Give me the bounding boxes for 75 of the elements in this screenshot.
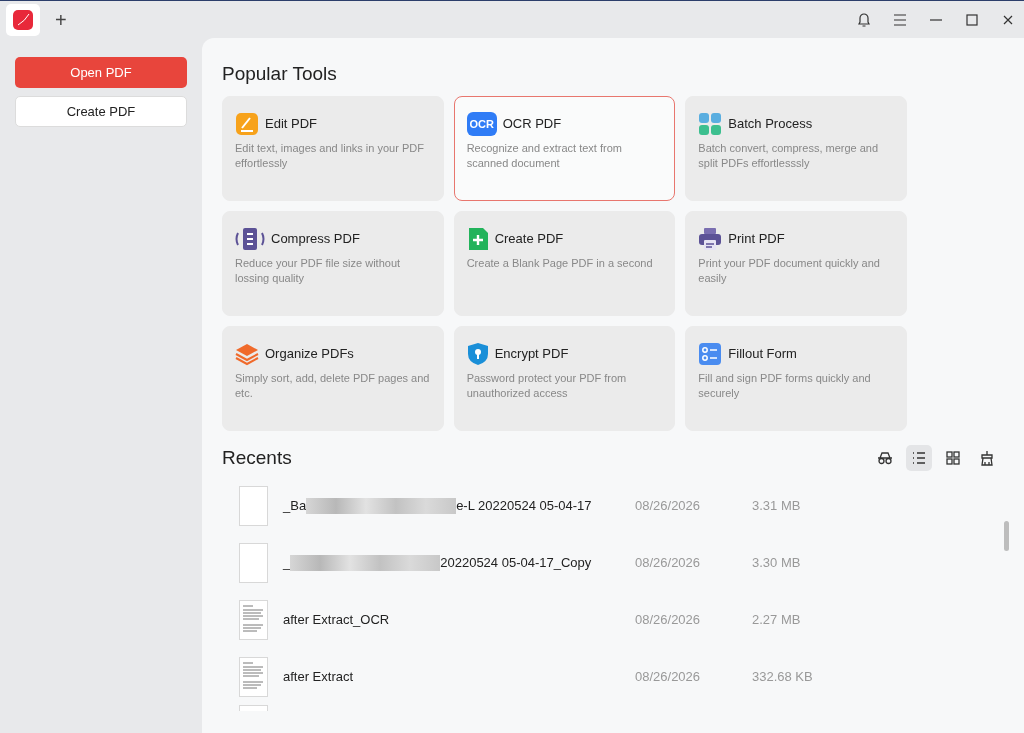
tool-card[interactable]: OCR OCR PDF Recognize and extract text from scanned document [453, 96, 676, 201]
tool-card[interactable]: Edit PDF Edit text, images and links in your PDF effortlessly [222, 96, 444, 201]
view-button[interactable] [906, 445, 932, 471]
file-row[interactable]: after Extract 08/26/2026 332.68 KB [222, 648, 1008, 705]
file-size: 332.68 KB [752, 667, 813, 686]
broom-icon [979, 450, 995, 466]
glasses-icon [877, 450, 893, 466]
file-name: 20220524 05-04-17_Copy [440, 553, 592, 572]
file-date: 08/26/2026 [635, 553, 702, 572]
compress-icon [235, 227, 265, 251]
tool-name: Create PDF [494, 230, 564, 249]
file-row[interactable]: _ 20220524 05-04-17_Copy 08/26/2026 3.30 MB [222, 534, 1008, 591]
file-name: e-L 20220524 05-04-17 [456, 496, 592, 515]
file-size: 2.27 MB [752, 610, 801, 629]
tool-description: Print your PDF document quickly and easily [698, 256, 881, 286]
tool-name: Edit PDF [265, 115, 317, 134]
ocr-icon: OCR [466, 112, 497, 136]
tool-name: Batch Process [728, 115, 813, 134]
list-icon [911, 450, 927, 466]
app-logo[interactable] [6, 3, 40, 36]
file-thumbnail [239, 485, 268, 526]
create-pdf-button[interactable]: Create PDF [15, 96, 187, 127]
form-icon [698, 342, 723, 366]
section-title: Recents [222, 446, 292, 470]
pdf-logo-icon [13, 9, 33, 30]
tool-description: Reduce your PDF file size without lossing quality [235, 256, 402, 286]
file-thumbnail [239, 656, 268, 697]
tool-card[interactable]: Organize PDFs Simply sort, add, delete PDF pages and etc. [222, 326, 444, 431]
tool-name: Print PDF [728, 230, 785, 249]
file-date: 08/26/2026 [635, 667, 702, 686]
tool-card[interactable]: Print PDF Print your PDF document quickly and easily [685, 211, 907, 316]
file-name: after Extract [283, 667, 354, 686]
tool-card[interactable]: Encrypt PDF Password protect your PDF from unauthorized access [453, 326, 676, 431]
file-date: 08/26/2026 [635, 610, 702, 629]
file-name: after Extract_OCR [283, 610, 390, 629]
tool-name: Compress PDF [271, 230, 360, 249]
tool-name: Fillout Form [728, 345, 797, 364]
tool-name: Organize PDFs [265, 345, 354, 364]
printer-icon [698, 227, 723, 251]
grid-icon [698, 112, 723, 136]
menu-icon[interactable] [892, 11, 908, 28]
tool-name: OCR PDF [502, 115, 562, 134]
tool-description: Recognize and extract text from scanned document [466, 141, 623, 171]
tool-card[interactable]: Batch Process Batch convert, compress, merge and split PDFs effortlesssly [685, 96, 907, 201]
tool-card[interactable]: Compress PDF Reduce your PDF file size without lossing quality [222, 211, 444, 316]
file-size: 3.31 MB [752, 496, 801, 515]
add-document-icon [466, 227, 489, 251]
tool-name: Encrypt PDF [494, 345, 569, 364]
layers-icon [235, 342, 259, 366]
new-tab-button[interactable]: + [55, 4, 67, 35]
maximize-icon[interactable] [964, 11, 980, 28]
tool-description: Create a Blank Page PDF in a second [466, 256, 654, 271]
file-thumbnail [239, 599, 268, 640]
pencil-icon [235, 112, 259, 136]
tool-description: Simply sort, add, delete PDF pages and etc. [235, 371, 431, 401]
file-size: 3.30 MB [752, 553, 801, 572]
tool-description: Password protect your PDF from unauthorized access [466, 371, 628, 401]
file-row[interactable]: _Ba e-L 20220524 05-04-17 08/26/2026 3.31 MB [222, 477, 1008, 534]
file-thumbnail [239, 542, 268, 583]
tool-description: Fill and sign PDF forms quickly and securely [698, 371, 872, 401]
tool-card[interactable]: Create PDF Create a Blank Page PDF in a second [453, 211, 676, 316]
shield-lock-icon [466, 342, 489, 366]
section-title: Popular Tools [222, 62, 338, 86]
scrollbar-thumb[interactable] [1004, 521, 1009, 551]
file-row[interactable]: after Extract_OCR 08/26/2026 2.27 MB [222, 591, 1008, 648]
grid-view-icon [945, 450, 961, 466]
file-date: 08/26/2026 [635, 496, 702, 515]
file-thumbnail [239, 705, 268, 711]
open-pdf-button[interactable]: Open PDF [15, 57, 187, 88]
tool-card[interactable]: Fillout Form Fill and sign PDF forms quickly and securely [685, 326, 907, 431]
file-name: _ [283, 553, 291, 572]
tool-description: Batch convert, compress, merge and split PDFs effortlesssly [698, 141, 880, 171]
file-name: _Ba [283, 496, 307, 515]
bell-icon[interactable] [856, 11, 872, 28]
tool-description: Edit text, images and links in your PDF effortlessly [235, 141, 425, 171]
